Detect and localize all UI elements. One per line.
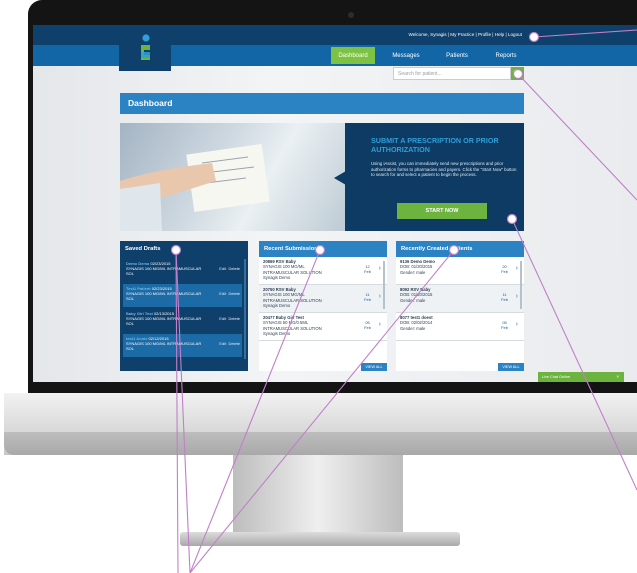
search-button[interactable] [511, 67, 524, 80]
draft-drug: SYNAGIS 100 MG/ML INTRAMUSCULAR SOL [126, 341, 202, 351]
scrollbar[interactable] [520, 261, 522, 309]
draft-item[interactable]: Test1 Patient 02/23/2015 SYNAGIS 100 MG/… [123, 284, 242, 307]
camera-icon [348, 12, 354, 18]
row-month: Feb [364, 324, 371, 330]
prescription-photo-icon [120, 143, 270, 231]
monitor-stand [233, 455, 403, 539]
row-month: Feb [364, 268, 371, 274]
row-month: Feb [501, 268, 508, 274]
tab-messages[interactable]: Messages [383, 47, 429, 64]
hero-description: Using iAssist, you can immediately send … [371, 161, 517, 178]
edit-link[interactable]: Edit [219, 291, 226, 296]
recent-patients-title: Recently Created Patients [396, 241, 524, 257]
saved-drafts-card: Saved Drafts Demo Demo 02/23/2015 SYNAGI… [120, 241, 248, 371]
edit-link[interactable]: Edit [219, 266, 226, 271]
scrollbar[interactable] [383, 261, 385, 309]
screen: Welcome, Synagis | My Practice | Profile… [33, 25, 637, 382]
row-month: Feb [364, 296, 371, 302]
submission-payer: Synagis Demo [263, 330, 291, 336]
logo-icon [141, 34, 150, 60]
submission-payer: Synagis Demo [263, 302, 291, 308]
list-item[interactable]: 8092 RSV Baby DOB: 01/20/2015 Gender: ma… [396, 285, 524, 313]
delete-link[interactable]: Delete [228, 266, 240, 271]
dashboard-header: Dashboard [120, 93, 524, 114]
list-item[interactable]: 8077 test1 doest DOB: 02/02/2014 Gender:… [396, 313, 524, 341]
close-icon[interactable]: × [616, 374, 619, 379]
list-item[interactable]: 20477 Baby Girl Test SYNAGIS 50 MG/0.5ML… [259, 313, 387, 341]
draft-drug: SYNAGIS 100 MG/ML INTRAMUSCULAR SOL [126, 266, 202, 276]
list-item[interactable]: 20869 RSV Baby SYNAGIS 100 MG/ML INTRAMU… [259, 257, 387, 285]
user-links[interactable]: Welcome, Synagis | My Practice | Profile… [409, 32, 522, 37]
delete-link[interactable]: Delete [228, 291, 240, 296]
chevron-right-icon[interactable]: › [379, 321, 381, 330]
live-chat-bar[interactable]: Live Chat Online × [538, 372, 624, 382]
list-item[interactable]: 9136 Demo Demo DOB: 01/20/2015 Gender: m… [396, 257, 524, 285]
hero-image [120, 123, 358, 231]
draft-item[interactable]: test1 Annie 02/12/2015 SYNAGIS 100 MG/ML… [123, 334, 242, 357]
page-title: Dashboard [128, 98, 173, 108]
chevron-right-icon[interactable]: › [379, 293, 381, 302]
chevron-right-icon [334, 171, 346, 185]
chevron-right-icon[interactable]: › [516, 293, 518, 302]
hero-panel: SUBMIT A PRESCRIPTION OR PRIOR AUTHORIZA… [345, 123, 524, 231]
draft-drug: SYNAGIS 100 MG/ML INTRAMUSCULAR SOL [126, 291, 202, 301]
view-all-button[interactable]: VIEW ALL [361, 363, 387, 371]
recent-submissions-title: Recent Submissions [259, 241, 387, 257]
draft-item[interactable]: Baby Girl Test 02/13/2015 SYNAGIS 100 MG… [123, 309, 242, 332]
row-date: 11 Feb [364, 292, 371, 303]
scrollbar[interactable] [244, 259, 246, 359]
list-item[interactable]: 20750 RSV Baby SYNAGIS 100 MG/ML INTRAMU… [259, 285, 387, 313]
live-chat-label: Live Chat Online [542, 375, 571, 379]
row-month: Feb [501, 324, 508, 330]
row-date: 12 Feb [364, 264, 371, 275]
row-month: Feb [501, 296, 508, 302]
recent-submissions-card: Recent Submissions 20869 RSV Baby SYNAGI… [259, 241, 387, 371]
edit-link[interactable]: Edit [219, 316, 226, 321]
monitor-chin-shadow [4, 432, 637, 455]
row-date: 05 Feb [364, 320, 371, 331]
saved-drafts-title: Saved Drafts [120, 241, 248, 257]
logo[interactable] [119, 25, 171, 71]
tab-patients[interactable]: Patients [433, 47, 481, 64]
submission-payer: Synagis Demo [263, 274, 291, 280]
search-icon [513, 69, 522, 78]
tab-dashboard[interactable]: Dashboard [331, 47, 375, 64]
patient-search-input[interactable]: Search for patient... [393, 67, 511, 80]
draft-item[interactable]: Demo Demo 02/23/2015 SYNAGIS 100 MG/ML I… [123, 259, 242, 282]
chevron-right-icon[interactable]: › [516, 265, 518, 274]
row-date: 20 Feb [501, 264, 508, 275]
hero-title: SUBMIT A PRESCRIPTION OR PRIOR AUTHORIZA… [371, 136, 499, 154]
recent-patients-card: Recently Created Patients 9136 Demo Demo… [396, 241, 524, 371]
row-date: 11 Feb [501, 292, 508, 303]
tab-reports[interactable]: Reports [483, 47, 529, 64]
start-now-button[interactable]: START NOW [397, 203, 487, 219]
delete-link[interactable]: Delete [228, 316, 240, 321]
chevron-right-icon[interactable]: › [516, 321, 518, 330]
row-date: 05 Feb [501, 320, 508, 331]
monitor-base [180, 532, 460, 546]
view-all-button[interactable]: VIEW ALL [498, 363, 524, 371]
delete-link[interactable]: Delete [228, 341, 240, 346]
draft-drug: SYNAGIS 100 MG/ML INTRAMUSCULAR SOL [126, 316, 202, 326]
chevron-right-icon[interactable]: › [379, 265, 381, 274]
edit-link[interactable]: Edit [219, 341, 226, 346]
